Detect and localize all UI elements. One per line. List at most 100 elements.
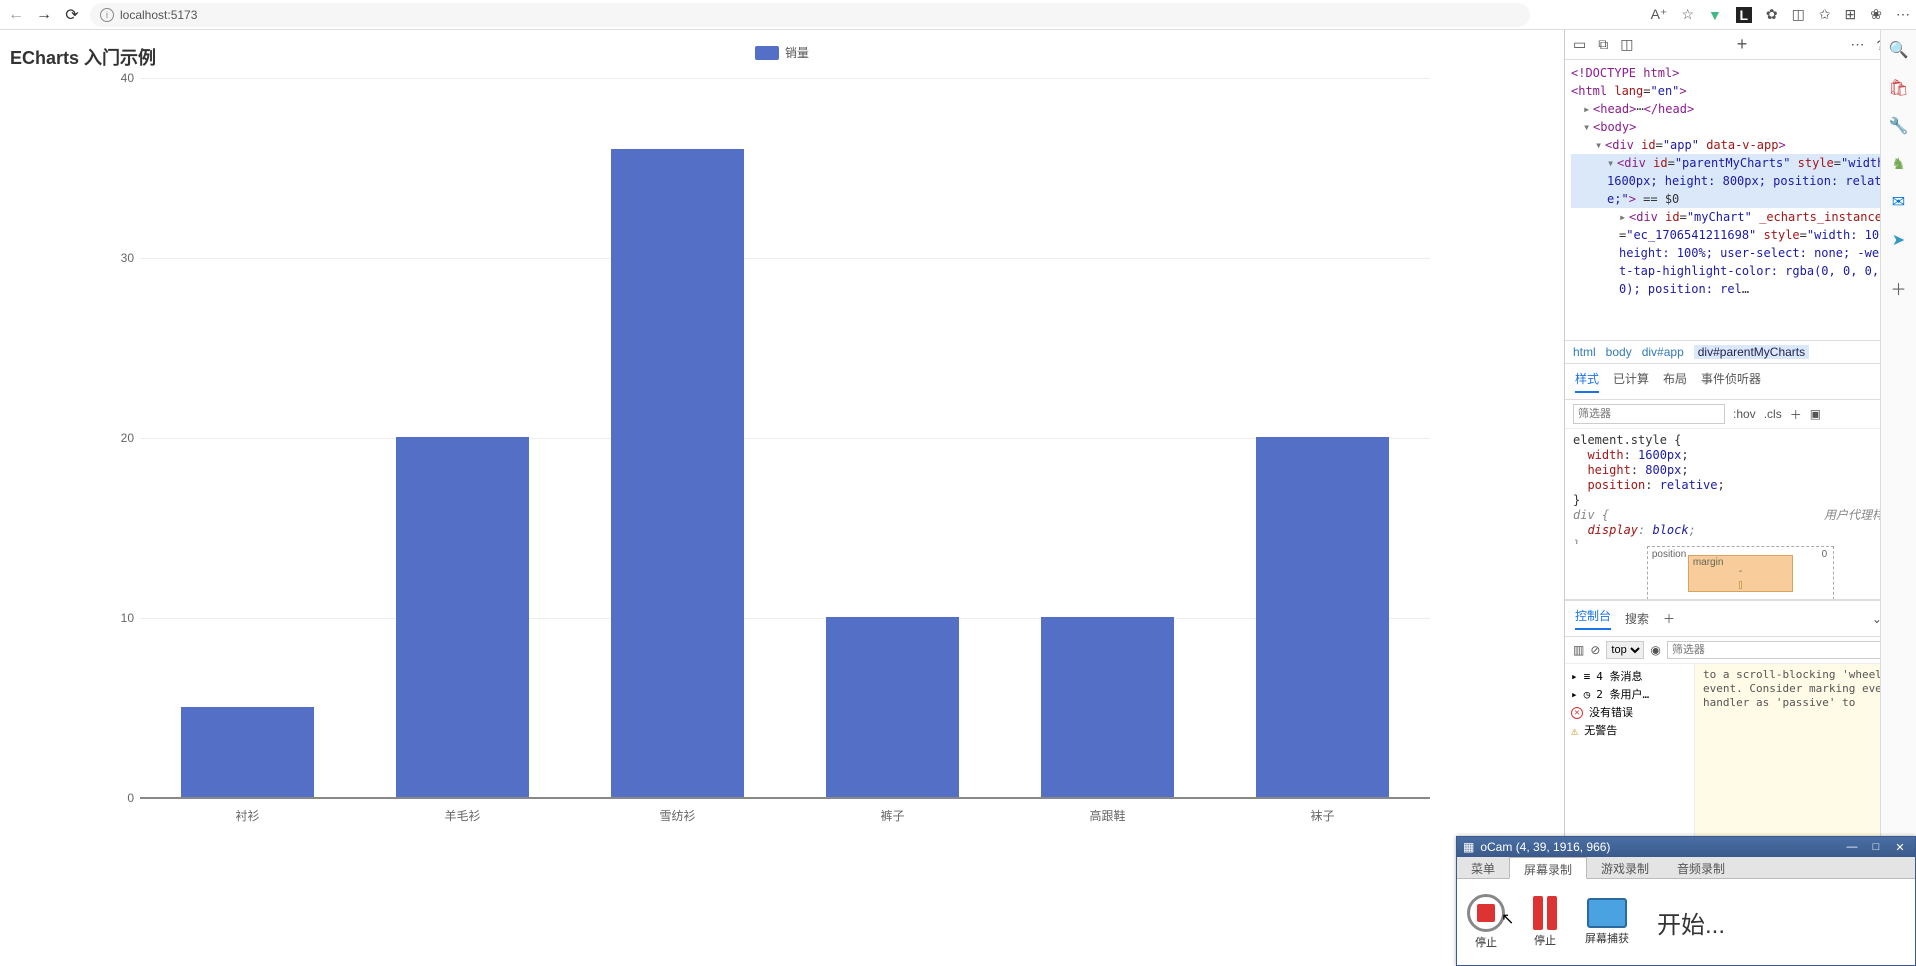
elements-tree[interactable]: <!DOCTYPE html> <html lang="en"> ▸<head>… — [1565, 60, 1916, 340]
send-icon[interactable]: ➤ — [1892, 230, 1905, 250]
outlook-icon[interactable]: ✉ — [1892, 192, 1905, 212]
read-aloud-icon[interactable]: A⁺ — [1651, 6, 1668, 23]
shopping-icon[interactable]: 🛍 — [1888, 78, 1908, 98]
ocam-capture-button[interactable]: 屏幕捕获 — [1585, 898, 1629, 946]
tab-computed[interactable]: 已计算 — [1613, 370, 1649, 393]
x-tick: 袜子 — [1310, 807, 1334, 824]
tab-search[interactable]: 搜索 — [1625, 610, 1649, 627]
tab-styles[interactable]: 样式 — [1575, 370, 1599, 393]
ocam-tab-screen[interactable]: 屏幕录制 — [1509, 857, 1587, 879]
more-icon[interactable]: ⋯ — [1896, 6, 1910, 23]
bar[interactable] — [1256, 437, 1389, 797]
console-context-select[interactable]: top — [1606, 641, 1644, 659]
crumb-html[interactable]: html — [1573, 345, 1596, 359]
favorite-icon[interactable]: ☆ — [1681, 6, 1694, 23]
bar[interactable] — [1041, 617, 1174, 797]
back-button[interactable]: ← — [6, 6, 26, 24]
ocam-window[interactable]: ▦ oCam (4, 39, 1916, 966) — □ ✕ 菜单 屏幕录制 … — [1456, 836, 1916, 966]
elements-breadcrumb[interactable]: html body div#app div#parentMyCharts — [1565, 340, 1916, 364]
tools-icon[interactable]: 🔧 — [1889, 116, 1909, 136]
ocam-close-icon[interactable]: ✕ — [1891, 841, 1909, 854]
tab-events[interactable]: 事件侦听器 — [1701, 370, 1761, 393]
dock-icon[interactable]: ◫ — [1620, 36, 1633, 53]
ocam-app-icon: ▦ — [1463, 840, 1474, 854]
address-bar[interactable]: i localhost:5173 — [90, 3, 1530, 27]
ocam-title-text: oCam (4, 39, 1916, 966) — [1480, 840, 1610, 854]
ocam-start-label: 开始... — [1657, 905, 1725, 940]
console-clear-icon[interactable]: ⊘ — [1590, 643, 1600, 657]
bar[interactable] — [181, 707, 314, 797]
crumb-app[interactable]: div#app — [1642, 345, 1684, 359]
y-tick: 0 — [110, 791, 134, 805]
reload-button[interactable]: ⟳ — [62, 5, 82, 25]
extensions-icon[interactable]: ✿ — [1766, 6, 1778, 23]
ocam-tab-menu[interactable]: 菜单 — [1457, 857, 1509, 878]
devtools-toolbar: ▭ ⧉ ◫ + ⋯ ? ✕ — [1565, 30, 1916, 60]
doctype-node: <!DOCTYPE html> — [1571, 66, 1679, 80]
collections-icon[interactable]: ⊞ — [1845, 6, 1857, 23]
bar[interactable] — [396, 437, 529, 797]
more-tools-icon[interactable]: ⋯ — [1850, 36, 1864, 53]
styles-pane[interactable]: element.style { width: 1600px; height: 8… — [1565, 429, 1916, 544]
bar[interactable] — [611, 149, 744, 797]
x-tick: 羊毛衫 — [444, 807, 480, 824]
ocam-tab-audio[interactable]: 音频录制 — [1663, 857, 1739, 878]
mychart-node[interactable]: ▸<div id="myChart" _echarts_instance_="e… — [1571, 208, 1916, 298]
browser-sidebar: 🔍 🛍 🔧 ♞ ✉ ➤ ＋ — [1880, 30, 1916, 966]
favorites-bar-icon[interactable]: ✩ — [1819, 6, 1831, 23]
ocam-pause-button[interactable]: 停止 — [1533, 896, 1557, 948]
x-tick: 衬衫 — [235, 807, 259, 824]
performance-icon[interactable]: ❀ — [1870, 6, 1882, 23]
y-tick: 30 — [110, 251, 134, 265]
console-eye-icon[interactable]: ◉ — [1650, 643, 1660, 657]
styles-subtabs: 样式 已计算 布局 事件侦听器 — [1565, 364, 1916, 400]
cls-toggle[interactable]: .cls — [1764, 407, 1782, 421]
ocam-titlebar[interactable]: ▦ oCam (4, 39, 1916, 966) — □ ✕ — [1457, 837, 1915, 857]
tab-console[interactable]: 控制台 — [1575, 607, 1611, 630]
legend-swatch-icon — [755, 46, 779, 60]
responsive-icon[interactable]: ⧉ — [1598, 36, 1608, 53]
computed-toggle-icon[interactable]: ▣ — [1810, 407, 1821, 421]
console-toolbar: ▥ ⊘ top ◉ ⚙ — [1565, 637, 1916, 664]
page-viewport: ECharts 入门示例 销量 010203040衬衫羊毛衫雪纺衫裤子高跟鞋袜子 — [0, 30, 1564, 966]
chart-plot-area[interactable]: 010203040衬衫羊毛衫雪纺衫裤子高跟鞋袜子 — [140, 78, 1430, 798]
browser-toolbar: ← → ⟳ i localhost:5173 A⁺ ☆ ▼ L ✿ ◫ ✩ ⊞ … — [0, 0, 1916, 30]
ocam-stop-button[interactable]: 停止 — [1467, 894, 1505, 950]
games-icon[interactable]: ♞ — [1891, 154, 1905, 174]
x-tick: 裤子 — [880, 807, 904, 824]
chart-legend[interactable]: 销量 — [755, 44, 809, 61]
console-filter-input[interactable] — [1667, 641, 1891, 659]
extension-badge-icon[interactable]: L — [1736, 7, 1752, 23]
ocam-minimize-icon[interactable]: — — [1843, 841, 1861, 853]
collections-split-icon[interactable]: ◫ — [1792, 6, 1805, 23]
tab-layout[interactable]: 布局 — [1663, 370, 1687, 393]
ocam-maximize-icon[interactable]: □ — [1867, 841, 1885, 853]
url-text: localhost:5173 — [120, 8, 197, 22]
crumb-parent[interactable]: div#parentMyCharts — [1694, 345, 1809, 359]
styles-filter-row: :hov .cls ＋ ▣ — [1565, 400, 1916, 429]
browser-actions: A⁺ ☆ ▼ L ✿ ◫ ✩ ⊞ ❀ ⋯ — [1651, 6, 1910, 23]
chart-title: ECharts 入门示例 — [10, 44, 156, 70]
new-tab-button[interactable]: + — [1737, 34, 1748, 55]
bar[interactable] — [826, 617, 959, 797]
device-emulation-icon[interactable]: ▭ — [1573, 36, 1586, 53]
site-info-icon[interactable]: i — [100, 8, 114, 22]
box-model[interactable]: position 0 margin - — [1565, 544, 1916, 600]
sidebar-add-icon[interactable]: ＋ — [1890, 276, 1906, 300]
console-add-icon[interactable]: ＋ — [1663, 610, 1675, 627]
hov-toggle[interactable]: :hov — [1733, 407, 1756, 421]
crumb-body[interactable]: body — [1606, 345, 1632, 359]
legend-label: 销量 — [785, 44, 809, 61]
ocam-tab-game[interactable]: 游戏录制 — [1587, 857, 1663, 878]
vue-devtools-icon[interactable]: ▼ — [1708, 7, 1722, 23]
console-sidebar-toggle-icon[interactable]: ▥ — [1573, 643, 1584, 657]
search-sidebar-icon[interactable]: 🔍 — [1889, 40, 1909, 60]
x-tick: 雪纺衫 — [659, 807, 695, 824]
new-style-rule-icon[interactable]: ＋ — [1790, 406, 1802, 423]
ocam-tabs: 菜单 屏幕录制 游戏录制 音频录制 — [1457, 857, 1915, 879]
forward-button[interactable]: → — [34, 6, 54, 24]
styles-filter-input[interactable] — [1573, 404, 1725, 424]
selected-element-node[interactable]: ▾<div id="parentMyCharts" style="width: … — [1571, 154, 1916, 208]
x-tick: 高跟鞋 — [1089, 807, 1125, 824]
console-drawer-tabs: 控制台 搜索 ＋ ⌄ ✕ — [1565, 600, 1916, 637]
